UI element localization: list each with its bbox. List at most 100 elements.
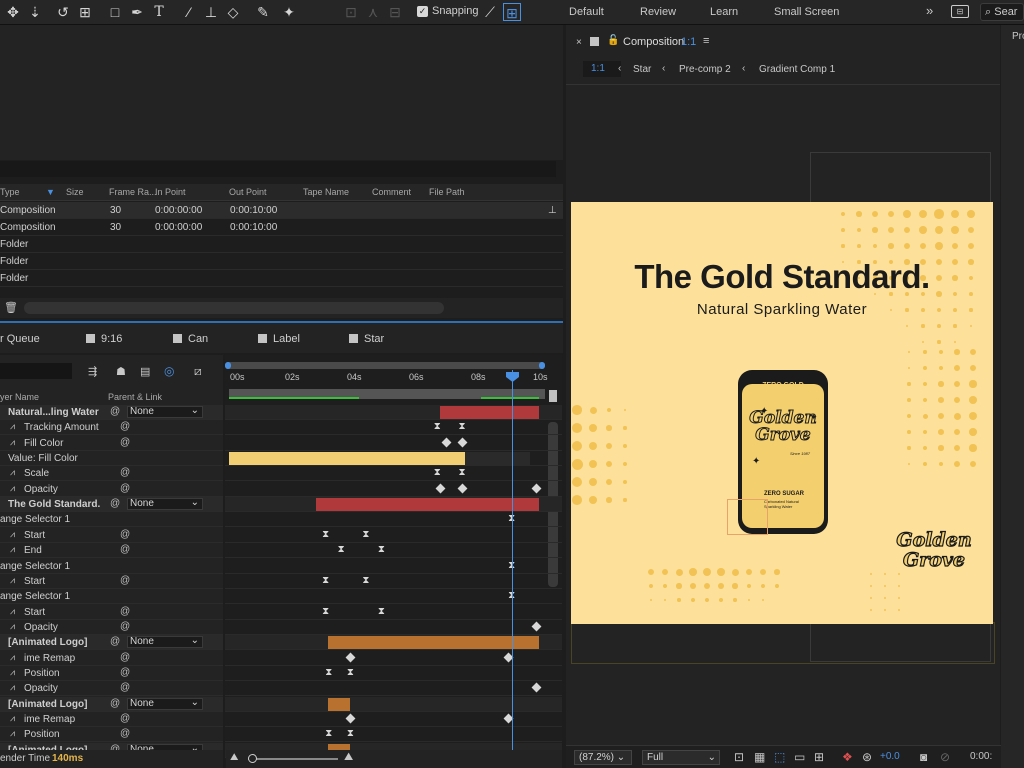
puppet-pin-icon[interactable]: ✦ [280,3,298,21]
tab-label[interactable]: Label [258,333,300,345]
expression-pickwhip-icon[interactable]: @ [120,652,130,663]
graph-toggle-icon[interactable]: ⩘ [10,606,15,617]
workspace-learn[interactable]: Learn [710,6,738,18]
hide-shy-icon[interactable]: ▤ [140,365,150,378]
expression-pickwhip-icon[interactable]: @ [120,421,130,432]
property-row[interactable]: Scale ⩘ @ [0,466,223,482]
channel-icon[interactable]: ❖ [842,750,853,764]
more-workspaces-icon[interactable]: » [926,3,933,18]
project-row[interactable]: Folder [0,236,563,253]
graph-toggle-icon[interactable]: ⩘ [10,421,15,432]
col-comment[interactable]: Comment [372,187,411,197]
col-parent-link[interactable]: Parent & Link [108,392,162,402]
zoom-slider[interactable] [248,758,338,760]
zoom-icon[interactable]: ⇣ [26,3,44,21]
project-row[interactable]: Folder [0,270,563,287]
property-row[interactable]: Start ⩘ @ [0,528,223,543]
zoom-slider-track[interactable] [225,362,545,369]
zoom-in-icon[interactable]: ⛰ [344,751,353,764]
easy-ease-keyframe-icon[interactable]: ⧗ [338,544,345,555]
fast-previews-icon[interactable]: ⊡ [734,750,744,764]
graph-editor-icon[interactable]: ⧄ [194,364,202,379]
breadcrumb-precomp[interactable]: Pre-comp 2 [679,64,731,75]
keyframe-icon[interactable] [531,682,542,693]
graph-toggle-icon[interactable]: ⩘ [10,728,15,739]
property-row[interactable]: Position ⩘ @ [0,666,223,681]
graph-toggle-icon[interactable]: ⩘ [10,713,15,724]
expression-pickwhip-icon[interactable]: @ [120,606,130,617]
close-icon[interactable]: × [576,37,582,48]
comp-marker-icon[interactable] [549,390,557,402]
expression-pickwhip-icon[interactable]: @ [120,467,130,478]
expression-pickwhip-icon[interactable]: @ [120,437,130,448]
expression-pickwhip-icon[interactable]: @ [120,682,130,693]
easy-ease-keyframe-icon[interactable]: ⧗ [459,421,466,432]
clone-stamp-icon[interactable]: ⊥ [202,3,220,21]
graph-toggle-icon[interactable]: ⩘ [10,682,15,693]
tab-can[interactable]: Can [173,333,208,345]
col-out-point[interactable]: Out Point [229,187,267,197]
keyframe-icon[interactable] [457,437,467,448]
easy-ease-keyframe-icon[interactable]: ⧗ [322,529,329,540]
graph-toggle-icon[interactable]: ⩘ [10,529,15,540]
comp-tab-label[interactable]: Composition [623,36,684,48]
graph-toggle-icon[interactable]: ⩘ [10,575,15,586]
graph-toggle-icon[interactable]: ⩘ [10,652,15,663]
eraser-icon[interactable]: ◇ [224,3,242,21]
current-time[interactable]: 0:00: [970,751,992,762]
property-row[interactable]: ime Remap ⩘ @ [0,651,223,666]
transparency-grid-icon[interactable]: ▦ [754,750,765,764]
graph-toggle-icon[interactable]: ⩘ [10,621,15,632]
graph-toggle-icon[interactable]: ⩘ [10,437,15,448]
project-row[interactable]: Composition 30 0:00:00:00 0:00:10:00 ⊥ [0,202,563,219]
parent-pickwhip-icon[interactable]: @ [110,498,120,509]
timecode-search[interactable] [0,363,72,379]
region-of-interest-icon[interactable]: ▭ [794,750,805,764]
comp-flowchart-icon[interactable]: ⇶ [88,365,97,378]
graph-toggle-icon[interactable]: ⩘ [10,467,15,478]
layer-duration-bar[interactable] [328,636,539,650]
property-row[interactable]: ime Remap ⩘ @ [0,712,223,727]
workspace-small-screen[interactable]: Small Screen [774,6,839,18]
right-panel-label[interactable]: Pro [1012,31,1024,42]
parent-pickwhip-icon[interactable]: @ [110,406,120,417]
axis-view-icon[interactable]: ⊟ [386,3,404,21]
type-icon[interactable]: T [150,3,168,21]
grid-guides-icon[interactable]: ⊞ [814,750,824,764]
easy-ease-keyframe-icon[interactable]: ⧗ [378,606,385,617]
easy-ease-keyframe-icon[interactable]: ⧗ [347,667,354,678]
layer-row[interactable]: The Gold Standard. @ None ⌄ [0,497,223,513]
easy-ease-keyframe-icon[interactable]: ⧗ [459,467,466,478]
menu-icon[interactable]: ≡ [703,35,709,47]
keyframe-icon[interactable] [531,483,542,494]
col-size[interactable]: Size [66,187,84,197]
project-scrollbar[interactable] [24,302,444,314]
expression-pickwhip-icon[interactable]: @ [120,667,130,678]
snap-features-icon[interactable]: ⊞ [503,3,521,21]
parent-select[interactable]: None ⌄ [127,697,203,710]
workspace-default[interactable]: Default [569,6,604,18]
layer-row[interactable]: [Animated Logo] @ None ⌄ [0,635,223,651]
parent-select[interactable]: None ⌄ [127,406,203,418]
easy-ease-keyframe-icon[interactable]: ⧗ [362,575,369,586]
keyframe-icon[interactable] [435,483,446,494]
camera-icon[interactable]: ⊞ [76,3,94,21]
easy-ease-keyframe-icon[interactable]: ⧗ [362,529,369,540]
workspace-panel-icon[interactable]: ⊟ [951,5,969,18]
property-row[interactable]: Opacity ⩘ @ [0,482,223,497]
playhead[interactable] [512,370,513,768]
expression-pickwhip-icon[interactable]: @ [120,544,130,555]
graph-toggle-icon[interactable]: ⩘ [10,483,15,494]
easy-ease-keyframe-icon[interactable]: ⧗ [322,575,329,586]
expression-pickwhip-icon[interactable]: @ [120,728,130,739]
project-row[interactable]: Folder [0,253,563,270]
property-row[interactable]: Start ⩘ @ [0,605,223,620]
property-row[interactable]: Tracking Amount ⩘ @ [0,420,223,436]
project-search-bar[interactable] [0,161,556,177]
easy-ease-keyframe-icon[interactable]: ⧗ [322,606,329,617]
zoom-select[interactable]: (87.2%) ⌄ [574,750,632,765]
expression-pickwhip-icon[interactable]: @ [120,575,130,586]
tab-star[interactable]: Star [349,333,384,345]
selection-box[interactable] [727,499,768,535]
layer-row[interactable]: Natural...ling Water @ None ⌄ [0,405,223,420]
